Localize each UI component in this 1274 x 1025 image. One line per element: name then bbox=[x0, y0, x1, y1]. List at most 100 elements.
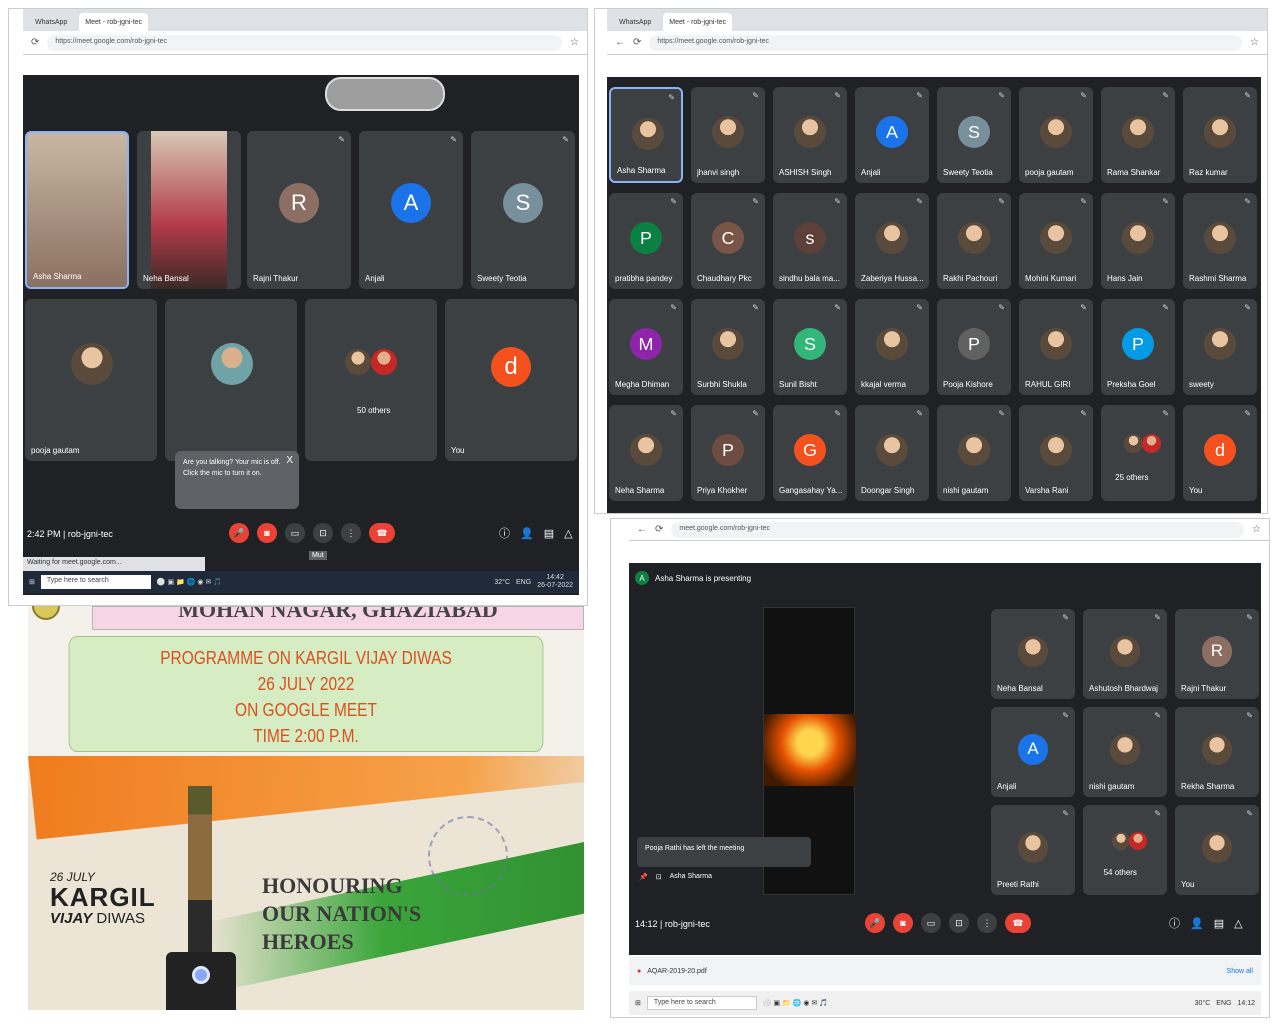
participant-tile: S ✎ Sunil Bisht bbox=[773, 299, 847, 395]
mic-button[interactable]: 🎤 bbox=[865, 913, 885, 933]
participant-name: Asha Sharma bbox=[617, 166, 666, 175]
back-icon[interactable]: ← bbox=[637, 524, 647, 535]
star-icon[interactable]: ☆ bbox=[570, 37, 579, 48]
avatar: P bbox=[711, 433, 745, 467]
windows-start-icon[interactable]: ⊞ bbox=[29, 578, 35, 586]
url-field[interactable]: meet.google.com/rob-jgni-tec bbox=[671, 521, 1245, 538]
reload-icon[interactable]: ⟳ bbox=[633, 37, 641, 48]
mic-off-icon: ✎ bbox=[1162, 409, 1169, 418]
present-button[interactable]: ⊡ bbox=[949, 913, 969, 933]
info-icon[interactable]: ⓘ bbox=[499, 525, 510, 541]
chat-icon[interactable]: ▤ bbox=[544, 527, 554, 540]
url-field[interactable]: https://meet.google.com/rob-jgni-tec bbox=[649, 34, 1243, 51]
mic-off-icon: ✎ bbox=[834, 409, 841, 418]
reload-icon[interactable]: ⟳ bbox=[655, 524, 663, 535]
star-icon[interactable]: ☆ bbox=[1252, 524, 1261, 535]
participant-photo bbox=[1109, 734, 1141, 765]
avatar: R bbox=[1201, 636, 1233, 667]
meeting-time-code: 2:42 PM | rob-jgni-tec bbox=[27, 529, 113, 539]
info-icon[interactable]: ⓘ bbox=[1169, 915, 1180, 931]
toast-text: Pooja Rathi has left the meeting bbox=[645, 845, 745, 852]
tab-whatsapp[interactable]: WhatsApp bbox=[29, 13, 73, 31]
mic-off-icon: ✎ bbox=[1154, 613, 1161, 622]
participant-tile: ✎ Rashmi Sharma bbox=[1183, 193, 1257, 289]
more-options-button[interactable]: ⋮ bbox=[977, 913, 997, 933]
captions-button[interactable]: ▭ bbox=[285, 523, 305, 543]
banner-sub-a: VIJAY bbox=[50, 910, 93, 927]
programme-date: 26 JULY 2022 bbox=[257, 674, 355, 694]
participant-name: You bbox=[1181, 880, 1195, 889]
tab-label: WhatsApp bbox=[35, 18, 68, 26]
tab-meet[interactable]: Meet - rob-jgni-tec bbox=[79, 13, 149, 31]
mic-off-icon: ✎ bbox=[998, 409, 1005, 418]
participant-tile: ✎ Rakhi Pachouri bbox=[937, 193, 1011, 289]
download-file[interactable]: AQAR-2019-20.pdf bbox=[647, 968, 1226, 975]
participant-photo bbox=[1203, 115, 1237, 149]
participant-photo bbox=[1123, 433, 1144, 454]
pin-icon[interactable]: 📌 bbox=[639, 873, 648, 881]
end-call-button[interactable]: ☎ bbox=[369, 523, 395, 543]
participant-tile: R ✎ Rajni Thakur bbox=[1175, 609, 1259, 699]
tab-whatsapp[interactable]: WhatsApp bbox=[613, 13, 657, 31]
pdf-icon: ● bbox=[637, 967, 642, 975]
mic-button[interactable]: 🎤 bbox=[229, 523, 249, 543]
screenshot-bottom-right: ← ⟳ meet.google.com/rob-jgni-tec ☆ A Ash… bbox=[610, 518, 1270, 1018]
banner-sub-b: DIWAS bbox=[96, 910, 146, 927]
reload-icon[interactable]: ⟳ bbox=[31, 37, 39, 48]
participant-tile: ✎ Mohini Kumari bbox=[1019, 193, 1093, 289]
back-icon[interactable]: ← bbox=[615, 37, 625, 48]
mic-off-icon: ✎ bbox=[1246, 613, 1253, 622]
meet-window: Asha Sharma Neha Bansal R ✎ Rajni Thakur… bbox=[23, 75, 579, 595]
participant-photo bbox=[151, 131, 227, 289]
activities-icon[interactable]: △ bbox=[1234, 917, 1242, 930]
participant-name: sindhu bala ma... bbox=[779, 274, 840, 283]
camera-button[interactable]: ◙ bbox=[893, 913, 913, 933]
shared-image bbox=[764, 714, 856, 786]
people-icon[interactable]: 👤 bbox=[1190, 917, 1204, 930]
participant-tile: ✎ Asha Sharma bbox=[609, 87, 683, 183]
url-field[interactable]: https://meet.google.com/rob-jgni-tec bbox=[47, 34, 563, 51]
taskbar-search[interactable]: Type here to search bbox=[40, 575, 151, 589]
mic-off-icon: ✎ bbox=[752, 303, 759, 312]
participant-photo bbox=[345, 349, 371, 375]
activities-icon[interactable]: △ bbox=[564, 527, 572, 540]
presenter-avatar: A bbox=[635, 571, 649, 585]
meeting-time-code: 14:12 | rob-jgni-tec bbox=[635, 919, 710, 929]
screenshot-top-right: WhatsApp Meet - rob-jgni-tec ← ⟳ https:/… bbox=[594, 8, 1268, 514]
people-icon[interactable]: 👤 bbox=[520, 527, 534, 540]
participant-tile: s ✎ sindhu bala ma... bbox=[773, 193, 847, 289]
participant-name: Mohini Kumari bbox=[1025, 274, 1077, 283]
close-icon[interactable]: X bbox=[286, 455, 293, 466]
chat-icon[interactable]: ▤ bbox=[1214, 917, 1224, 930]
participant-name: Hans Jain bbox=[1107, 274, 1143, 283]
taskbar-search[interactable]: Type here to search bbox=[646, 996, 757, 1010]
presenting-bar: A Asha Sharma is presenting bbox=[635, 571, 751, 585]
avatar: P bbox=[957, 327, 991, 361]
camera-button[interactable]: ◙ bbox=[257, 523, 277, 543]
participant-name: Anjali bbox=[861, 168, 881, 177]
participant-name: nishi gautam bbox=[943, 486, 989, 495]
mic-off-icon: ✎ bbox=[1246, 711, 1253, 720]
browser-tabstrip: WhatsApp Meet - rob-jgni-tec bbox=[607, 9, 1267, 31]
participant-photo bbox=[1039, 327, 1073, 361]
end-call-button[interactable]: ☎ bbox=[1005, 913, 1031, 933]
participant-tile: ✎ nishi gautam bbox=[937, 405, 1011, 501]
participant-tile: ✎ 54 others bbox=[1083, 805, 1167, 895]
star-icon[interactable]: ☆ bbox=[1250, 37, 1259, 48]
participant-photo bbox=[1141, 433, 1162, 454]
participant-tile: P ✎ Priya Khokher bbox=[691, 405, 765, 501]
participant-tile: 50 others bbox=[305, 299, 437, 461]
tab-meet[interactable]: Meet - rob-jgni-tec bbox=[663, 13, 733, 31]
captions-button[interactable]: ▭ bbox=[921, 913, 941, 933]
avatar: A bbox=[1017, 734, 1049, 765]
participant-tile: ✎ Rekha Sharma bbox=[1175, 707, 1259, 797]
avatar: G bbox=[793, 433, 827, 467]
windows-start-icon[interactable]: ⊞ bbox=[635, 999, 641, 1007]
more-options-button[interactable]: ⋮ bbox=[341, 523, 361, 543]
slogan: HONOURING OUR NATION'S HEROES bbox=[262, 872, 421, 956]
show-all-link[interactable]: Show all bbox=[1227, 968, 1253, 975]
present-button[interactable]: ⊡ bbox=[313, 523, 333, 543]
mic-off-icon: ✎ bbox=[752, 197, 759, 206]
participant-tile: M ✎ Megha Dhiman bbox=[609, 299, 683, 395]
emblem bbox=[32, 606, 60, 620]
